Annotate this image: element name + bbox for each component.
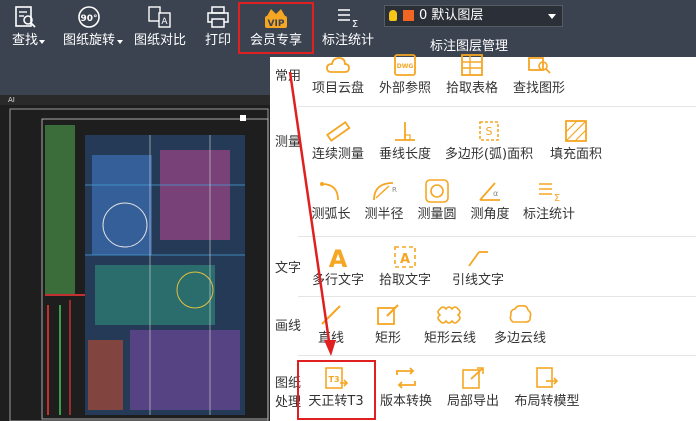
find-icon	[15, 6, 36, 28]
svg-text:Σ: Σ	[352, 19, 358, 30]
find-shape-icon	[528, 57, 551, 74]
tool-label: 引线文字	[451, 273, 504, 288]
dwg-file-icon: DWG	[394, 54, 416, 76]
cloud-icon	[326, 57, 350, 73]
radius-icon: R	[373, 182, 397, 201]
svg-text:DWG: DWG	[397, 63, 414, 70]
divider	[298, 106, 696, 107]
rotate-label: 图纸旋转	[62, 33, 115, 48]
rect-cloud-icon	[437, 306, 461, 324]
svg-text:Σ: Σ	[554, 193, 560, 204]
svg-text:R: R	[392, 186, 397, 194]
lightbulb-icon	[389, 10, 397, 21]
layer-current-value: 0 默认图层	[419, 8, 484, 23]
svg-text:α: α	[493, 189, 498, 198]
compare-label: 图纸对比	[133, 33, 186, 48]
poly-cloud-icon	[509, 305, 532, 323]
tool-leader-text[interactable]: 引线文字	[442, 244, 514, 294]
printer-icon	[207, 6, 229, 28]
line-icon	[321, 305, 341, 325]
tool-label: 布局转模型	[514, 394, 580, 409]
tool-perpendicular-length[interactable]: 垂线长度	[369, 118, 441, 168]
drawing-canvas[interactable]: AI	[0, 95, 270, 421]
layer-select[interactable]: 0 默认图层	[384, 5, 563, 27]
tool-pick-text[interactable]: A 拾取文字	[369, 244, 441, 294]
convert-arrows-icon	[396, 367, 416, 389]
vip-highlight-box	[238, 2, 314, 54]
text-a-icon: A	[329, 245, 348, 270]
find-button[interactable]: 查找	[0, 0, 50, 52]
divider	[298, 355, 696, 356]
tool-poly-cloud[interactable]: 多边云线	[484, 302, 556, 352]
divider	[298, 236, 696, 237]
chevron-down-icon[interactable]	[548, 14, 556, 19]
dim-stats-label: 标注统计	[321, 33, 374, 48]
tool-label: 多边形(弧)面积	[444, 147, 534, 162]
top-toolbar: 查找 90° 图纸旋转 A 图纸对比 打印 VIP 会员专享 Σ 标注统计 0 …	[0, 0, 696, 55]
table-icon	[461, 54, 483, 76]
svg-text:90°: 90°	[80, 14, 97, 24]
svg-text:A: A	[329, 245, 348, 270]
tool-label: 填充面积	[549, 147, 602, 162]
find-dropdown-icon[interactable]	[39, 40, 45, 44]
print-label: 打印	[204, 33, 231, 48]
tool-label: 查找图形	[512, 81, 565, 96]
tool-dim-stats[interactable]: Σ 标注统计	[513, 178, 585, 228]
dim-stats-icon: Σ	[338, 9, 358, 30]
t3-highlight-box	[297, 360, 376, 420]
rotate-button[interactable]: 90° 图纸旋转	[53, 0, 125, 52]
tool-find-shape[interactable]: 查找图形	[503, 52, 575, 102]
tool-label: 多边云线	[493, 331, 546, 346]
svg-text:A: A	[400, 252, 410, 267]
dim-stats-icon: Σ	[539, 183, 560, 204]
dim-stats-button[interactable]: Σ 标注统计	[316, 0, 380, 52]
polygon-area-icon: S	[479, 121, 499, 141]
fill-area-icon	[565, 120, 587, 142]
export-icon	[462, 367, 484, 389]
divider	[298, 296, 696, 297]
svg-text:S: S	[486, 125, 493, 138]
layer-color-swatch	[403, 10, 414, 21]
tool-polygon-area[interactable]: S 多边形(弧)面积	[445, 118, 533, 168]
ruler-icon	[326, 120, 351, 142]
print-button[interactable]: 打印	[196, 0, 240, 52]
layout-model-icon	[536, 367, 559, 388]
rotate-90-icon: 90°	[78, 6, 100, 28]
compare-button[interactable]: A 图纸对比	[128, 0, 192, 52]
tool-label: 标注统计	[522, 207, 575, 222]
tool-partial-export[interactable]: 局部导出	[437, 365, 509, 415]
leader-icon	[468, 251, 488, 267]
circle-measure-icon	[425, 179, 449, 203]
angle-icon: α	[479, 182, 500, 201]
perpendicular-icon	[395, 122, 415, 141]
tool-layout-to-model[interactable]: 布局转模型	[511, 365, 583, 415]
arc-length-icon	[320, 182, 339, 201]
tool-fill-area[interactable]: 填充面积	[540, 118, 612, 168]
rectangle-pen-icon	[377, 304, 399, 325]
rotate-dropdown-icon[interactable]	[117, 40, 123, 44]
svg-text:A: A	[161, 17, 168, 27]
pick-text-icon: A	[394, 246, 416, 268]
tool-label: 垂线长度	[378, 147, 431, 162]
cad-drawing-preview	[9, 108, 269, 421]
compare-icon: A	[148, 6, 171, 28]
